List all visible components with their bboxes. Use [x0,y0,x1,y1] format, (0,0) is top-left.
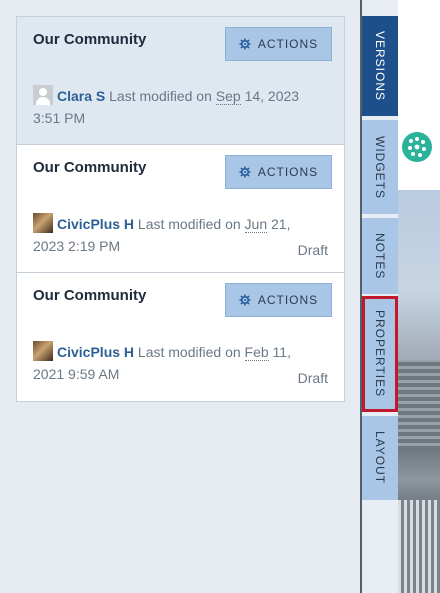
modified-date: Sep [215,88,241,105]
versions-list: Our Community ACTIONS Clara S Last modif… [16,16,345,402]
author-link[interactable]: CivicPlus H [57,216,134,232]
actions-button[interactable]: ACTIONS [225,155,332,189]
tab-label: LAYOUT [373,431,387,485]
gear-icon [239,166,251,178]
gear-icon [239,38,251,50]
modified-prefix: Last modified on [137,216,241,232]
tab-properties[interactable]: PROPERTIES [362,296,398,412]
site-logo-icon [402,132,432,162]
version-card[interactable]: Our Community ACTIONS CivicPlus H Last m… [17,145,344,273]
tab-label: VERSIONS [373,30,387,101]
tab-label: NOTES [373,232,387,280]
actions-label: ACTIONS [257,37,319,51]
author-link[interactable]: CivicPlus H [57,344,134,360]
versions-panel: Our Community ACTIONS Clara S Last modif… [0,0,362,593]
avatar [33,85,53,105]
tab-label: WIDGETS [373,135,387,199]
tab-widgets[interactable]: WIDGETS [362,120,398,214]
avatar [33,341,53,361]
version-meta: Clara S Last modified on Sep 14, 2023 3:… [33,85,323,129]
tab-versions[interactable]: VERSIONS [362,16,398,116]
actions-button[interactable]: ACTIONS [225,27,332,61]
version-meta: CivicPlus H Last modified on Feb 11, 202… [33,341,323,385]
avatar [33,213,53,233]
actions-label: ACTIONS [257,293,319,307]
status-label: Draft [297,242,328,258]
version-meta: CivicPlus H Last modified on Jun 21, 202… [33,213,323,257]
version-title: Our Community [33,31,147,48]
version-title: Our Community [33,159,147,176]
actions-label: ACTIONS [257,165,319,179]
modified-prefix: Last modified on [137,344,241,360]
tab-notes[interactable]: NOTES [362,218,398,294]
version-card[interactable]: Our Community ACTIONS Clara S Last modif… [17,17,344,145]
actions-button[interactable]: ACTIONS [225,283,332,317]
status-label: Draft [297,370,328,386]
modified-date: Feb [244,344,269,361]
version-card[interactable]: Our Community ACTIONS CivicPlus H Last m… [17,273,344,401]
tab-label: PROPERTIES [373,310,387,398]
page-preview [398,0,440,593]
modified-date: Jun [244,216,268,233]
gear-icon [239,294,251,306]
version-title: Our Community [33,287,147,304]
author-link[interactable]: Clara S [57,88,105,104]
tab-layout[interactable]: LAYOUT [362,416,398,500]
modified-prefix: Last modified on [109,88,212,104]
